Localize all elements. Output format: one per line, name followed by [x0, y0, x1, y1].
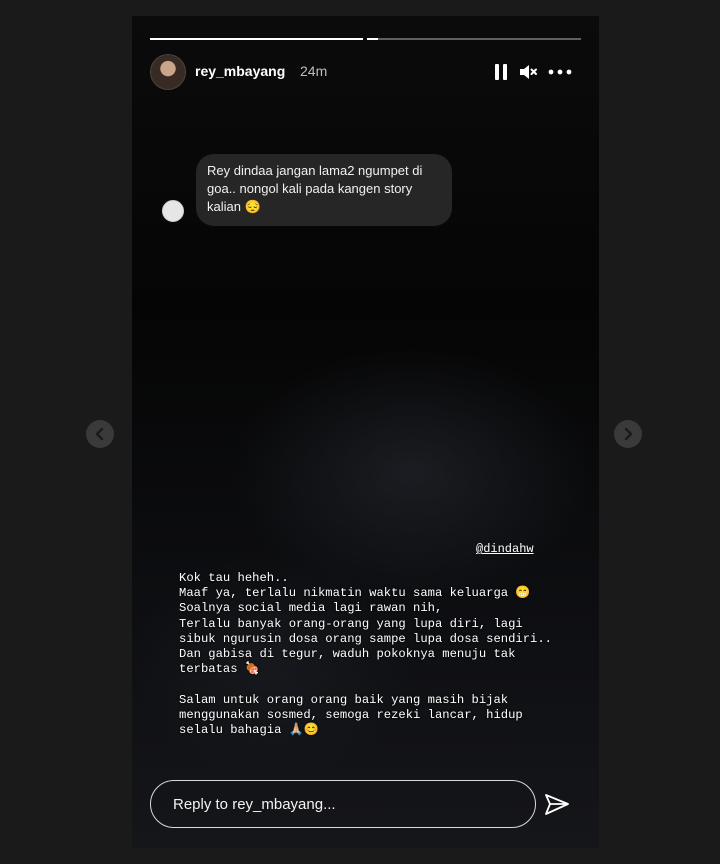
pause-icon[interactable]	[492, 62, 512, 82]
volume-muted-icon[interactable]	[518, 62, 538, 82]
previous-story-button[interactable]	[86, 420, 114, 448]
next-story-button[interactable]	[614, 420, 642, 448]
avatar[interactable]	[150, 54, 186, 90]
chevron-left-icon	[95, 427, 104, 441]
mention-tag[interactable]: @dindahw	[476, 542, 534, 556]
reply-field[interactable]	[150, 780, 579, 828]
send-icon[interactable]	[542, 790, 572, 820]
story-viewer: rey_mbayang 24m Rey dindaa jangan lama2 …	[132, 16, 599, 848]
username[interactable]: rey_mbayang	[195, 63, 285, 79]
story-header: rey_mbayang 24m	[150, 54, 581, 90]
story-timestamp: 24m	[300, 63, 328, 79]
question-bubble: Rey dindaa jangan lama2 ngumpet di goa..…	[196, 154, 452, 226]
progress-segment	[367, 38, 581, 40]
sender-avatar	[162, 200, 184, 222]
reply-input[interactable]	[151, 781, 579, 827]
chevron-right-icon	[624, 427, 633, 441]
more-icon[interactable]	[547, 62, 575, 82]
progress-segment	[150, 38, 363, 40]
story-caption: Kok tau heheh.. Maaf ya, terlalu nikmati…	[179, 571, 552, 738]
story-progress	[150, 38, 581, 40]
